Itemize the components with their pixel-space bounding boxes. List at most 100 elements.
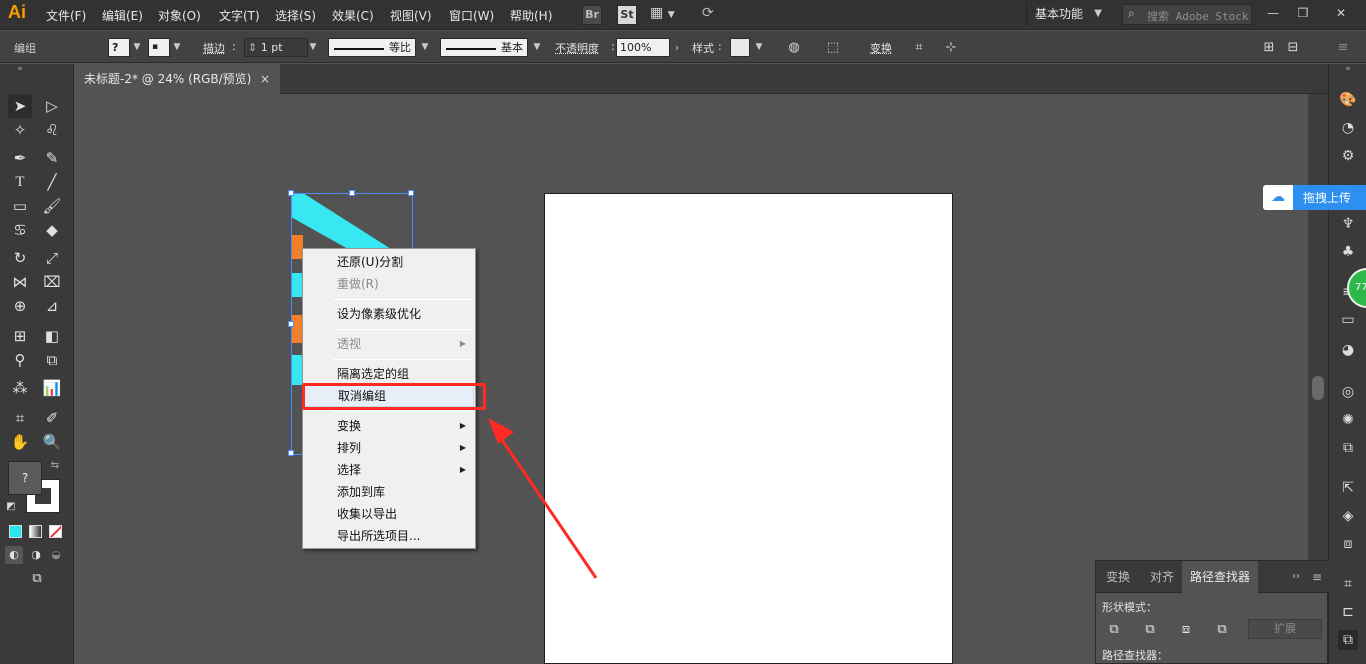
menu-item-add-to-library[interactable]: 添加到库: [304, 481, 474, 503]
chevron-down-icon[interactable]: ▼: [418, 38, 432, 57]
draw-inside-icon[interactable]: ◒: [47, 546, 65, 564]
menu-select[interactable]: 选择(S): [275, 7, 316, 24]
type-tool-icon[interactable]: T: [8, 170, 32, 194]
menu-item-export-selection[interactable]: 导出所选项目...: [304, 525, 474, 547]
slice-tool-icon[interactable]: ✐: [40, 406, 64, 430]
resize-handle-top-left[interactable]: [288, 190, 294, 196]
tab-pathfinder[interactable]: 路径查找器: [1182, 561, 1259, 593]
close-tab-icon[interactable]: ×: [260, 64, 270, 94]
opacity-input[interactable]: 100%: [616, 38, 670, 57]
menu-object[interactable]: 对象(O): [158, 7, 201, 24]
direct-selection-tool-icon[interactable]: ▷: [40, 94, 64, 118]
export-icon[interactable]: ⇱: [1338, 478, 1358, 498]
transform-label[interactable]: 变换: [870, 40, 892, 56]
brushes-panel-icon[interactable]: ♆: [1338, 214, 1358, 234]
expand-panels-icon[interactable]: «: [1338, 64, 1358, 74]
menu-item-transform[interactable]: 变换 ▶: [304, 415, 474, 437]
align-options-icon[interactable]: ⬚: [824, 39, 842, 57]
symbols-panel-icon[interactable]: ♣: [1338, 242, 1358, 262]
hand-tool-icon[interactable]: ✋: [8, 430, 32, 454]
layers-panel-icon[interactable]: ◈: [1338, 506, 1358, 526]
eyedropper-tool-icon[interactable]: ⚲: [8, 348, 32, 372]
magic-wand-tool-icon[interactable]: ✧: [8, 118, 32, 142]
gradient-tool-icon[interactable]: ◧: [40, 324, 64, 348]
gradient-panel-icon[interactable]: ▭: [1338, 310, 1358, 330]
artboards-panel-icon[interactable]: ⧈: [1338, 534, 1358, 554]
tab-transform[interactable]: 变换: [1098, 561, 1138, 593]
swap-colors-icon[interactable]: ⇆: [48, 459, 62, 473]
chevron-down-icon[interactable]: ▼: [752, 38, 766, 57]
panel-menu-icon[interactable]: ≡: [1304, 561, 1330, 593]
menu-item-undo-divide[interactable]: 还原(U)分割: [304, 251, 474, 273]
minus-front-icon[interactable]: ⧉: [1142, 622, 1158, 638]
resize-handle-bottom-left[interactable]: [288, 450, 294, 456]
free-transform-tool-icon[interactable]: ⌧: [40, 270, 64, 294]
brush-definition[interactable]: 基本: [440, 38, 528, 57]
default-colors-icon[interactable]: ◩: [4, 500, 18, 514]
lasso-tool-icon[interactable]: ♌: [40, 118, 64, 142]
color-mode-icon[interactable]: [9, 525, 22, 538]
line-tool-icon[interactable]: ╱: [40, 170, 64, 194]
minimize-button[interactable]: —: [1258, 3, 1288, 23]
close-window-button[interactable]: ✕: [1324, 3, 1358, 23]
none-mode-icon[interactable]: [49, 525, 62, 538]
scrollbar-thumb[interactable]: [1312, 376, 1324, 400]
chevron-down-icon[interactable]: ▼: [530, 38, 544, 57]
tab-align[interactable]: 对齐: [1142, 561, 1182, 593]
unite-icon[interactable]: ⧉: [1106, 622, 1122, 638]
menu-icon[interactable]: ≡: [1334, 39, 1352, 57]
stepper-icon[interactable]: ⇕: [248, 41, 257, 54]
menu-type[interactable]: 文字(T): [219, 7, 260, 24]
resize-handle-top-right[interactable]: [408, 190, 414, 196]
color-panel-icon[interactable]: 🎨: [1338, 90, 1358, 110]
rotate-tool-icon[interactable]: ↻: [8, 246, 32, 270]
chevron-down-icon[interactable]: ▼: [130, 38, 144, 57]
upload-widget[interactable]: ☁ 拖拽上传: [1263, 185, 1366, 210]
menu-window[interactable]: 窗口(W): [449, 7, 494, 24]
expand-button[interactable]: 扩展: [1248, 619, 1322, 639]
fill-swatch[interactable]: ?: [108, 38, 130, 57]
screen-mode-icon[interactable]: ⧉: [24, 570, 50, 588]
pathfinder-panel-icon[interactable]: ⧉: [1338, 630, 1358, 650]
mesh-tool-icon[interactable]: ⊞: [8, 324, 32, 348]
menu-item-collect-for-export[interactable]: 收集以导出: [304, 503, 474, 525]
properties-icon[interactable]: ⊟: [1284, 39, 1302, 57]
pen-tool-icon[interactable]: ✒: [8, 146, 32, 170]
menu-item-make-pixel-perfect[interactable]: 设为像素级优化: [304, 303, 474, 325]
isolate-group-icon[interactable]: ⌗: [910, 39, 928, 57]
bridge-button[interactable]: Br: [582, 5, 602, 25]
paintbrush-tool-icon[interactable]: 🖌: [40, 194, 64, 218]
transparency-panel-icon[interactable]: ◕: [1338, 340, 1358, 360]
shaper-tool-icon[interactable]: ♋: [8, 218, 32, 242]
menu-help[interactable]: 帮助(H): [510, 7, 552, 24]
rectangle-tool-icon[interactable]: ▭: [8, 194, 32, 218]
restore-button[interactable]: ❐: [1288, 3, 1318, 23]
blend-tool-icon[interactable]: ⧉: [40, 348, 64, 372]
arrange-panels-icon[interactable]: ⊞: [1260, 39, 1278, 57]
shape-builder-tool-icon[interactable]: ⊕: [8, 294, 32, 318]
arrange-documents-icon[interactable]: ▦ ▼: [650, 5, 675, 21]
stroke-weight-input[interactable]: ⇕ 1 pt: [244, 38, 308, 57]
artboard-tool-icon[interactable]: ⌗: [8, 406, 32, 430]
stock-search-input[interactable]: ⌕ 搜索 Adobe Stock: [1122, 4, 1252, 25]
menu-item-arrange[interactable]: 排列 ▶: [304, 437, 474, 459]
libraries-icon[interactable]: ⧉: [1338, 438, 1358, 458]
resize-handle-top[interactable]: [349, 190, 355, 196]
width-tool-icon[interactable]: ⋈: [8, 270, 32, 294]
chevron-down-icon[interactable]: ▼: [306, 38, 320, 57]
graphic-style-swatch[interactable]: [730, 38, 750, 57]
recolor-artwork-icon[interactable]: ◍: [785, 39, 803, 57]
scale-tool-icon[interactable]: ⤢: [40, 246, 64, 270]
transform-panel-icon[interactable]: ⌗: [1338, 574, 1358, 594]
exclude-icon[interactable]: ⧉: [1214, 622, 1230, 638]
column-graph-tool-icon[interactable]: 📊: [40, 376, 64, 400]
chevron-down-icon[interactable]: ▼: [170, 38, 184, 57]
workspace-switcher[interactable]: 基本功能 ▼: [1026, 3, 1108, 25]
collapse-panel-icon[interactable]: «: [8, 64, 32, 74]
gpu-performance-icon[interactable]: ⟳: [702, 5, 714, 21]
draw-normal-icon[interactable]: ◐: [5, 546, 23, 564]
menu-view[interactable]: 视图(V): [390, 7, 432, 24]
recolor-icon[interactable]: ⚙: [1338, 146, 1358, 166]
intersect-icon[interactable]: ⧈: [1178, 622, 1194, 638]
menu-item-select[interactable]: 选择 ▶: [304, 459, 474, 481]
